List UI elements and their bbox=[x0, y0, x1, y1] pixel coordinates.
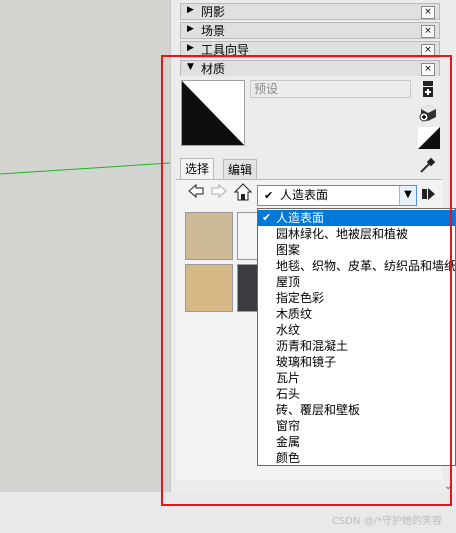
expand-triangle-icon: ▶ bbox=[187, 5, 194, 15]
collection-option[interactable]: 窗帘 bbox=[258, 418, 455, 434]
back-button[interactable] bbox=[187, 183, 205, 201]
section-tool-guide[interactable]: ▶ 工具向导 × bbox=[180, 41, 440, 58]
back-arrow-icon bbox=[188, 183, 204, 199]
scroll-down-chevron-icon[interactable]: ⌄ bbox=[444, 481, 452, 492]
collection-option[interactable]: 颜色 bbox=[258, 450, 455, 465]
collection-option[interactable]: 屋顶 bbox=[258, 274, 455, 290]
default-paint-icon bbox=[418, 127, 440, 149]
tab-select[interactable]: 选择 bbox=[180, 158, 215, 180]
section-materials[interactable]: ▼ 材质 × bbox=[180, 60, 440, 77]
collection-dropdown[interactable]: ✔ 人造表面 ▼ bbox=[257, 185, 417, 206]
add-to-model-icon bbox=[419, 105, 436, 122]
close-icon[interactable]: × bbox=[421, 6, 435, 19]
expand-triangle-icon: ▶ bbox=[187, 43, 194, 53]
check-icon: ✔ bbox=[264, 189, 274, 202]
section-shadows[interactable]: ▶ 阴影 × bbox=[180, 3, 440, 20]
collection-option[interactable]: 瓦片 bbox=[258, 370, 455, 386]
collection-option[interactable]: 园林绿化、地被层和植被 bbox=[258, 226, 455, 242]
expand-triangle-icon: ▶ bbox=[187, 24, 194, 34]
collection-option[interactable]: 图案 bbox=[258, 242, 455, 258]
home-button[interactable] bbox=[233, 183, 253, 201]
home-icon bbox=[233, 183, 253, 201]
material-thumbnail[interactable] bbox=[185, 212, 233, 260]
collection-option[interactable]: 水纹 bbox=[258, 322, 455, 338]
add-to-model-button[interactable] bbox=[418, 103, 436, 122]
section-title: 材质 bbox=[201, 62, 226, 76]
watermark: CSDN @/*守护她的笑容 bbox=[331, 516, 442, 527]
create-material-icon bbox=[423, 81, 433, 97]
details-arrow-icon bbox=[422, 188, 435, 200]
collection-selected-value: 人造表面 bbox=[280, 188, 329, 202]
details-button[interactable] bbox=[421, 186, 437, 205]
tab-edit[interactable]: 编辑 bbox=[223, 159, 258, 180]
eyedropper-icon bbox=[420, 157, 436, 173]
section-title: 工具向导 bbox=[201, 43, 250, 57]
check-icon: ✔ bbox=[262, 211, 272, 224]
collection-option[interactable]: 金属 bbox=[258, 434, 455, 450]
eyedropper-button[interactable] bbox=[418, 157, 436, 178]
green-axis-line bbox=[0, 162, 170, 175]
create-material-button[interactable] bbox=[421, 80, 439, 98]
chevron-down-icon[interactable]: ▼ bbox=[399, 186, 416, 205]
collection-dropdown-list: ✔ 人造表面 园林绿化、地被层和植被 图案 地毯、织物、皮革、纺织品和墙纸 屋顶… bbox=[257, 208, 456, 466]
default-material-icon bbox=[182, 81, 244, 145]
close-icon[interactable]: × bbox=[421, 25, 435, 38]
forward-arrow-icon bbox=[211, 183, 227, 199]
collection-option[interactable]: 指定色彩 bbox=[258, 290, 455, 306]
material-thumbnail[interactable] bbox=[185, 264, 233, 312]
collection-option[interactable]: ✔ 人造表面 bbox=[258, 210, 455, 226]
close-icon[interactable]: × bbox=[421, 63, 435, 76]
collection-option[interactable]: 地毯、织物、皮革、纺织品和墙纸 bbox=[258, 258, 455, 274]
material-preview-swatch bbox=[181, 80, 245, 146]
close-icon[interactable]: × bbox=[421, 44, 435, 57]
section-title: 阴影 bbox=[201, 5, 226, 19]
collapse-triangle-icon: ▼ bbox=[187, 62, 194, 72]
collection-option[interactable]: 木质纹 bbox=[258, 306, 455, 322]
section-scenes[interactable]: ▶ 场景 × bbox=[180, 22, 440, 39]
collection-option[interactable]: 玻璃和镜子 bbox=[258, 354, 455, 370]
collection-option[interactable]: 沥青和混凝土 bbox=[258, 338, 455, 354]
model-viewport[interactable] bbox=[0, 0, 170, 492]
forward-button[interactable] bbox=[210, 183, 228, 201]
collection-option[interactable]: 石头 bbox=[258, 386, 455, 402]
sample-paint-button[interactable] bbox=[418, 127, 440, 149]
collection-option[interactable]: 砖、覆层和壁板 bbox=[258, 402, 455, 418]
section-title: 场景 bbox=[201, 24, 226, 38]
material-name-input[interactable]: 预设 bbox=[250, 80, 411, 98]
